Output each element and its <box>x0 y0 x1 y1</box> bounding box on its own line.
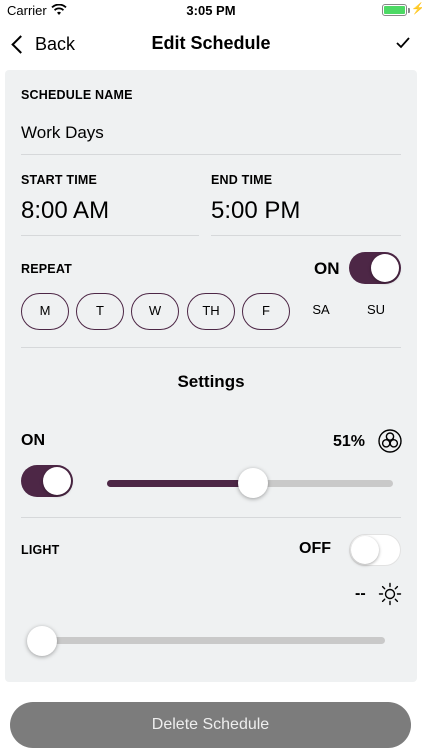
fan-state-text: ON <box>21 432 45 449</box>
status-time: 3:05 PM <box>186 3 236 18</box>
repeat-toggle[interactable] <box>349 252 401 284</box>
day-button-sa[interactable]: SA <box>297 293 345 330</box>
sun-icon <box>378 582 402 611</box>
battery-icon <box>382 4 407 16</box>
light-level-text: -- <box>355 585 366 602</box>
day-button-t[interactable]: T <box>76 293 124 330</box>
repeat-label: REPEAT <box>21 262 72 276</box>
schedule-name-field[interactable]: Work Days <box>21 123 104 143</box>
light-toggle[interactable] <box>349 534 401 566</box>
day-button-th[interactable]: TH <box>187 293 235 330</box>
delete-schedule-button[interactable]: Delete Schedule <box>10 702 411 748</box>
day-button-f[interactable]: F <box>242 293 290 330</box>
day-button-su[interactable]: SU <box>352 293 400 330</box>
charging-icon: ⚡ <box>411 3 422 15</box>
start-time-field[interactable]: 8:00 AM <box>21 197 109 225</box>
start-time-label: START TIME <box>21 173 98 187</box>
fan-slider-fill <box>107 480 253 487</box>
light-state-text: OFF <box>299 540 331 557</box>
light-slider[interactable] <box>35 637 385 644</box>
day-button-w[interactable]: W <box>131 293 179 330</box>
fan-toggle[interactable] <box>21 465 73 497</box>
page-title: Edit Schedule <box>151 33 271 53</box>
settings-title: Settings <box>177 372 245 391</box>
repeat-state-text: ON <box>314 259 340 278</box>
light-slider-thumb[interactable] <box>27 626 57 656</box>
schedule-card: SCHEDULE NAME Work Days START TIME 8:00 … <box>5 70 417 682</box>
end-time-field[interactable]: 5:00 PM <box>211 197 300 225</box>
fan-icon <box>378 429 402 458</box>
fan-slider-thumb[interactable] <box>237 468 268 498</box>
fan-level-text: 51% <box>333 433 366 450</box>
schedule-name-label: SCHEDULE NAME <box>21 88 133 102</box>
light-label: LIGHT <box>21 543 60 557</box>
end-time-label: END TIME <box>211 173 273 187</box>
day-button-m[interactable]: M <box>21 293 69 330</box>
status-bar: Carrier 3:05 PM ⚡ <box>0 0 422 22</box>
checkmark-icon[interactable] <box>396 36 410 54</box>
navigation-bar: Back Edit Schedule <box>0 22 422 66</box>
